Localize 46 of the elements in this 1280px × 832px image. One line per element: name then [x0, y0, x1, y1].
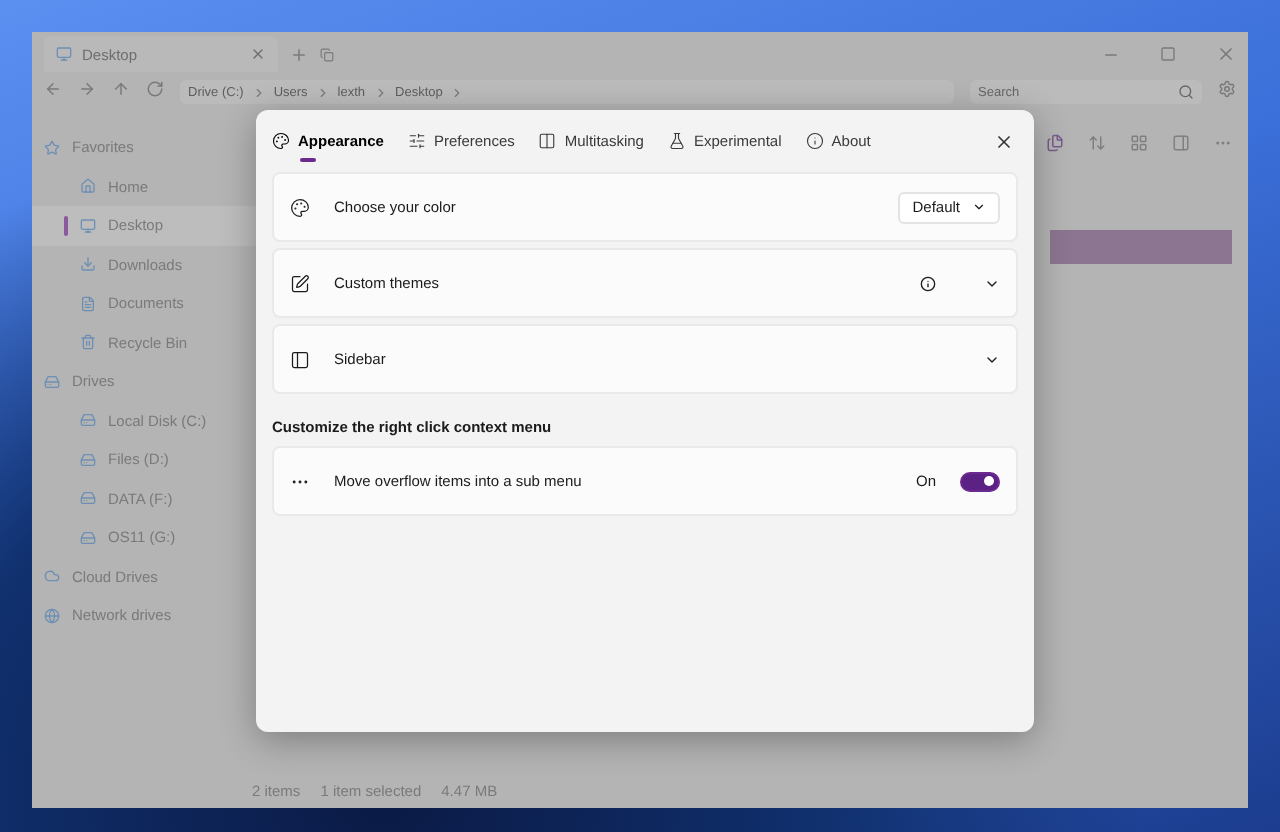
back-icon[interactable] — [44, 80, 62, 98]
drive-icon — [80, 451, 96, 468]
downloads-icon — [80, 256, 96, 273]
about-icon — [805, 131, 824, 149]
favorites-icon — [44, 139, 60, 156]
bin-icon — [80, 334, 96, 351]
maximize-icon[interactable] — [1160, 46, 1176, 62]
plus-icon[interactable] — [290, 45, 308, 63]
search-icon — [1178, 84, 1194, 100]
appearance-icon — [272, 131, 290, 149]
settings-icon[interactable] — [1218, 80, 1236, 98]
grid-icon[interactable] — [1130, 134, 1148, 152]
close-icon[interactable] — [250, 46, 266, 62]
panel-icon[interactable] — [1172, 134, 1190, 152]
forward-icon[interactable] — [78, 80, 96, 98]
close-icon[interactable] — [1216, 44, 1236, 64]
cloud-icon — [44, 568, 60, 585]
sort-icon[interactable] — [1088, 134, 1106, 152]
network-icon — [44, 607, 60, 624]
selected-file-row[interactable] — [1050, 230, 1232, 264]
close-icon — [994, 132, 1014, 152]
chevron-icon — [251, 85, 266, 99]
chevron-icon — [373, 85, 388, 99]
copy-icon[interactable] — [320, 47, 334, 61]
chevron-icon — [972, 200, 986, 214]
chevron-icon — [450, 85, 465, 99]
desktop-icon — [80, 217, 96, 234]
preferences-icon — [407, 131, 426, 149]
edit-icon — [290, 273, 310, 293]
monitor-icon — [56, 46, 72, 62]
drive-icon — [80, 490, 96, 507]
info-icon[interactable] — [920, 275, 936, 291]
documents-icon — [80, 295, 96, 312]
multitasking-icon — [538, 131, 557, 149]
toggle-switch[interactable] — [960, 471, 1000, 491]
home-icon — [80, 178, 96, 195]
drives-icon — [44, 373, 60, 390]
experimental-icon — [667, 131, 686, 149]
sidebar-icon — [290, 349, 310, 369]
refresh-icon[interactable] — [146, 80, 164, 98]
files-icon[interactable] — [1046, 134, 1064, 152]
drive-icon — [80, 529, 96, 546]
chevron-icon — [315, 85, 330, 99]
drive-icon — [80, 412, 96, 429]
palette-icon — [290, 197, 310, 217]
up-icon[interactable] — [112, 80, 130, 98]
